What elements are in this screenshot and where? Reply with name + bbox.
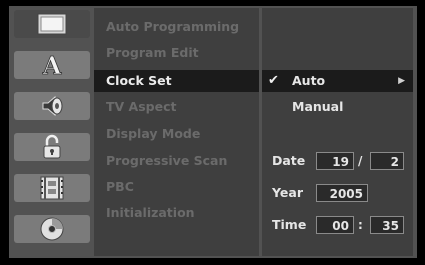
date-separator: / [358,154,363,168]
disc-icon [40,217,64,241]
category-language[interactable]: A [14,51,90,79]
category-general[interactable] [14,10,90,38]
film-icon [40,176,64,200]
padlock-icon [43,134,61,159]
checkmark-icon: ✔ [268,73,279,88]
menu-item-progressive-scan[interactable]: Progressive Scan [94,150,259,172]
year-field[interactable]: 2005 [316,184,368,202]
clock-set-panel: ✔ Auto ▶ Manual Date 19 / 2 Year 2005 Ti… [262,8,413,256]
letter-a-icon: A [41,53,62,77]
svg-text:A: A [42,53,62,77]
option-manual-label: Manual [292,99,344,114]
date-month-field[interactable]: 2 [370,152,404,170]
menu-item-initialization[interactable]: Initialization [94,202,259,224]
setup-menu: Auto Programming Program Edit Clock Set … [94,8,259,256]
menu-item-display-mode[interactable]: Display Mode [94,123,259,145]
option-manual[interactable]: Manual [262,96,413,118]
category-disc[interactable] [14,215,90,243]
year-label: Year [272,185,303,200]
speaker-icon [42,95,63,117]
arrow-right-icon: ▶ [398,76,405,86]
option-auto[interactable]: ✔ Auto ▶ [262,70,413,92]
time-label: Time [272,217,307,232]
category-icon-column: A [14,8,90,256]
category-others[interactable] [14,174,90,202]
menu-item-pbc[interactable]: PBC [94,176,259,198]
time-minute-field[interactable]: 35 [370,216,404,234]
setup-screen: A Auto Programming Program Edit Clock Se… [0,0,425,265]
category-audio[interactable] [14,92,90,120]
time-separator: : [358,218,363,232]
menu-item-auto-programming[interactable]: Auto Programming [94,16,259,38]
category-lock[interactable] [14,133,90,161]
tv-screen-icon [37,13,67,35]
time-hour-field[interactable]: 00 [316,216,354,234]
option-auto-label: Auto [292,73,326,88]
date-day-field[interactable]: 19 [316,152,354,170]
menu-item-tv-aspect[interactable]: TV Aspect [94,96,259,118]
date-label: Date [272,153,306,168]
menu-item-program-edit[interactable]: Program Edit [94,42,259,64]
menu-item-clock-set[interactable]: Clock Set [94,70,259,92]
